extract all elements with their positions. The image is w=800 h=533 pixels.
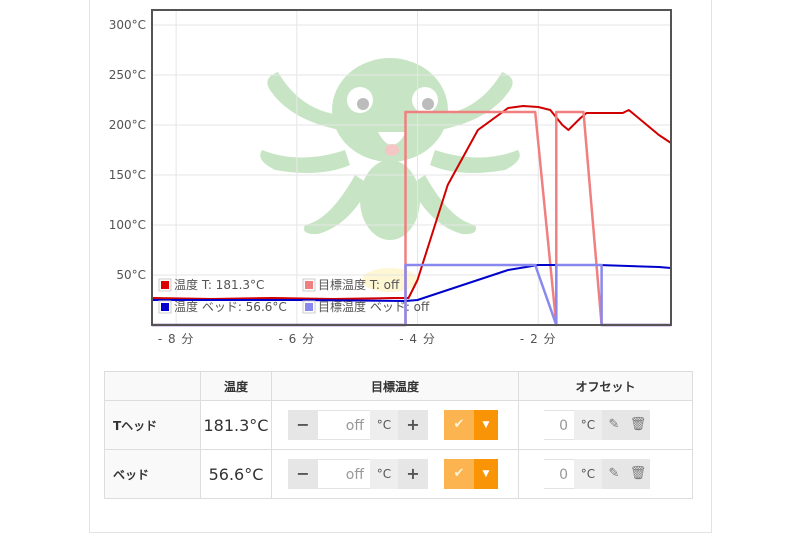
target-unit: °C <box>370 410 398 440</box>
minus-icon[interactable]: − <box>288 459 318 489</box>
y-tick-label: 150°C <box>109 168 146 182</box>
target-cell: − off °C + ✔ ▼ <box>271 400 519 450</box>
x-tick-label: - 6 分 <box>279 332 316 346</box>
offset-cell: 0 °C ✎ 🗑 <box>518 400 693 450</box>
offset-input[interactable]: 0 <box>544 410 574 440</box>
check-icon[interactable]: ✔ <box>444 459 474 489</box>
pencil-icon[interactable]: ✎ <box>602 459 626 489</box>
y-tick-label: 100°C <box>109 218 146 232</box>
caret-down-icon[interactable]: ▼ <box>474 410 498 440</box>
legend-swatch <box>305 303 313 311</box>
header-actual: 温度 <box>200 371 272 401</box>
actual-temp: 181.3°C <box>200 400 272 450</box>
plus-icon[interactable]: + <box>398 459 428 489</box>
minus-icon[interactable]: − <box>288 410 318 440</box>
legend-label: 温度 ベッド: 56.6°C <box>174 299 287 314</box>
temperature-table: 温度 目標温度 オフセット Tヘッド 181.3°C − off °C + ✔ … <box>104 371 693 499</box>
header-offset: オフセット <box>518 371 693 401</box>
pencil-icon[interactable]: ✎ <box>602 410 626 440</box>
row-name: Tヘッド <box>104 400 201 450</box>
legend-label: 目標温度 ベッド: off <box>318 299 430 314</box>
legend-swatch <box>161 281 169 289</box>
check-icon[interactable]: ✔ <box>444 410 474 440</box>
trash-icon[interactable]: 🗑 <box>626 459 650 489</box>
y-tick-label: 250°C <box>109 68 146 82</box>
target-cell: − off °C + ✔ ▼ <box>271 449 519 499</box>
temperature-chart: 300°C 250°C 200°C 150°C 100°C 50°C - 8 分 - 6 分… <box>109 9 672 346</box>
chart-legend: 温度 T: 181.3°C 目標温度 T: off 温度 ベッド: 56.6°C 目標… <box>158 277 430 314</box>
y-tick-label: 50°C <box>116 268 146 282</box>
offset-input[interactable]: 0 <box>544 459 574 489</box>
trash-icon[interactable]: 🗑 <box>626 410 650 440</box>
actual-temp: 56.6°C <box>200 449 272 499</box>
legend-label: 温度 T: 181.3°C <box>174 277 264 292</box>
caret-down-icon[interactable]: ▼ <box>474 459 498 489</box>
target-unit: °C <box>370 459 398 489</box>
offset-unit: °C <box>574 410 602 440</box>
x-tick-label: - 4 分 <box>399 332 436 346</box>
row-name: ベッド <box>104 449 201 499</box>
target-input[interactable]: off <box>318 459 370 489</box>
x-tick-label: - 8 分 <box>158 332 195 346</box>
table-header-row: 温度 目標温度 オフセット <box>104 371 693 401</box>
legend-label: 目標温度 T: off <box>318 277 400 292</box>
legend-swatch <box>161 303 169 311</box>
y-tick-label: 300°C <box>109 18 146 32</box>
offset-unit: °C <box>574 459 602 489</box>
x-tick-label: - 2 分 <box>520 332 557 346</box>
legend-swatch <box>305 281 313 289</box>
table-row-tool: Tヘッド 181.3°C − off °C + ✔ ▼ 0 °C ✎ 🗑 <box>104 400 693 450</box>
y-tick-label: 200°C <box>109 118 146 132</box>
offset-cell: 0 °C ✎ 🗑 <box>518 449 693 499</box>
header-name <box>104 371 201 401</box>
plus-icon[interactable]: + <box>398 410 428 440</box>
header-target: 目標温度 <box>271 371 519 401</box>
table-row-bed: ベッド 56.6°C − off °C + ✔ ▼ 0 °C ✎ 🗑 <box>104 449 693 499</box>
target-input[interactable]: off <box>318 410 370 440</box>
